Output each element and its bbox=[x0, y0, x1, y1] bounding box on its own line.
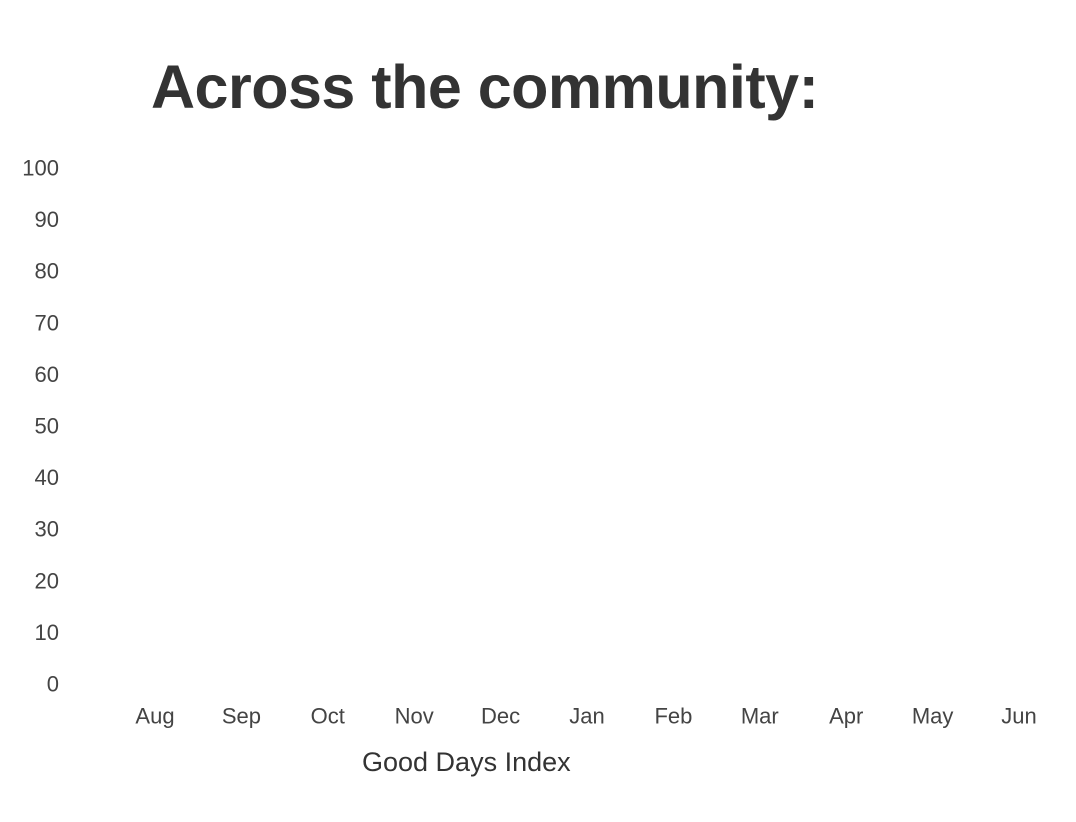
y-tick-label: 30 bbox=[35, 517, 59, 542]
y-tick-label: 70 bbox=[35, 310, 59, 335]
y-tick-label: 100 bbox=[22, 156, 59, 181]
chart: 0 10 20 30 40 50 60 70 80 90 100 Aug Sep Oct Nov Dec Ja… bbox=[22, 156, 1036, 729]
x-tick-label: Nov bbox=[395, 704, 434, 729]
x-tick-label: Feb bbox=[654, 704, 692, 729]
x-tick-label: May bbox=[912, 704, 954, 729]
x-tick-label: Sep bbox=[222, 704, 261, 729]
legend-label: Good Days Index bbox=[362, 747, 571, 777]
y-tick-label: 90 bbox=[35, 207, 59, 232]
x-tick-label: Mar bbox=[741, 704, 779, 729]
x-tick-label: Jun bbox=[1001, 704, 1036, 729]
y-tick-label: 50 bbox=[35, 414, 59, 439]
y-tick-label: 10 bbox=[35, 620, 59, 645]
x-tick-label: Apr bbox=[829, 704, 863, 729]
y-tick-label: 80 bbox=[35, 259, 59, 284]
y-tick-label: 0 bbox=[47, 672, 59, 697]
x-tick-label: Aug bbox=[135, 704, 174, 729]
legend: Good Days Index bbox=[362, 747, 571, 778]
x-axis: Aug Sep Oct Nov Dec Jan Feb Mar Apr May Jun bbox=[135, 704, 1036, 729]
y-tick-label: 40 bbox=[35, 465, 59, 490]
y-tick-label: 60 bbox=[35, 362, 59, 387]
x-tick-label: Jan bbox=[569, 704, 604, 729]
x-tick-label: Oct bbox=[311, 704, 345, 729]
y-axis: 0 10 20 30 40 50 60 70 80 90 100 bbox=[22, 156, 59, 697]
x-tick-label: Dec bbox=[481, 704, 520, 729]
y-tick-label: 20 bbox=[35, 568, 59, 593]
